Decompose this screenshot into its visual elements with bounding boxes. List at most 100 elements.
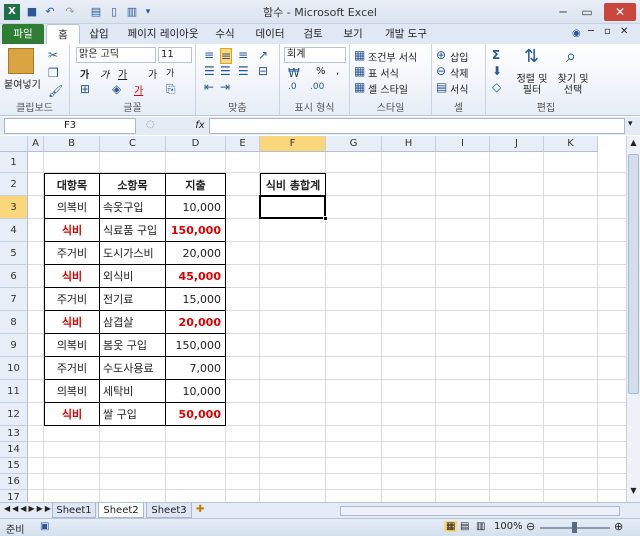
- row-header-6[interactable]: 6: [0, 265, 28, 288]
- row-header-11[interactable]: 11: [0, 380, 28, 403]
- category-cell[interactable]: 주거비: [44, 357, 100, 380]
- doc-minimize-button[interactable]: ─: [588, 26, 594, 37]
- amount-cell[interactable]: 10,000: [166, 380, 226, 403]
- underline-button[interactable]: 가: [118, 66, 127, 81]
- sheet-tab-2[interactable]: Sheet2: [98, 503, 144, 518]
- column-header-c[interactable]: C: [100, 136, 166, 152]
- item-cell[interactable]: 식료품 구입: [100, 219, 166, 242]
- tab-formulas[interactable]: 수식: [210, 24, 240, 44]
- column-header-k[interactable]: K: [544, 136, 598, 152]
- align-middle-icon[interactable]: ≡: [220, 48, 233, 64]
- number-format-combo[interactable]: 회계: [284, 47, 346, 63]
- tab-review[interactable]: 검토: [298, 24, 328, 44]
- cell-style-button[interactable]: 셀 스타일: [368, 81, 408, 96]
- column-header-f[interactable]: F: [260, 136, 326, 152]
- amount-cell[interactable]: 20,000: [166, 242, 226, 265]
- summary-header-cell[interactable]: 식비 총합계: [260, 173, 326, 196]
- delete-cells-icon[interactable]: ⊖: [436, 64, 446, 78]
- cut-icon[interactable]: ✂: [48, 48, 58, 62]
- amount-cell[interactable]: 150,000: [166, 334, 226, 357]
- bold-button[interactable]: 가: [80, 66, 89, 81]
- scroll-up-icon[interactable]: ▲: [628, 138, 639, 150]
- minimize-button[interactable]: ─: [552, 3, 574, 21]
- column-header-g[interactable]: G: [326, 136, 382, 152]
- conditional-format-icon[interactable]: ▦: [354, 48, 365, 62]
- tab-view[interactable]: 보기: [338, 24, 368, 44]
- tab-home[interactable]: 홈: [46, 24, 80, 44]
- format-cells-button[interactable]: 서식: [450, 81, 468, 96]
- row-header-13[interactable]: 13: [0, 426, 28, 442]
- macro-record-icon[interactable]: ▣: [40, 521, 49, 532]
- item-cell[interactable]: 속옷구입: [100, 196, 166, 219]
- column-header-b[interactable]: B: [44, 136, 100, 152]
- row-header-3[interactable]: 3: [0, 196, 28, 219]
- sheet-tab-3[interactable]: Sheet3: [146, 503, 192, 518]
- paste-icon[interactable]: [8, 48, 34, 74]
- fill-color-icon[interactable]: ◈: [112, 82, 121, 96]
- clear-icon[interactable]: ◇: [492, 80, 501, 94]
- tab-data[interactable]: 데이터: [250, 24, 290, 44]
- amount-cell[interactable]: 7,000: [166, 357, 226, 380]
- find-select-button[interactable]: 찾기 및 선택: [552, 74, 594, 96]
- insert-function-icon[interactable]: fx: [192, 118, 208, 134]
- item-cell[interactable]: 도시가스비: [100, 242, 166, 265]
- delete-cells-button[interactable]: 삭제: [450, 65, 468, 80]
- column-header-a[interactable]: A: [28, 136, 44, 152]
- font-color-button[interactable]: 가: [134, 82, 143, 97]
- formula-input[interactable]: [209, 118, 625, 134]
- italic-button[interactable]: 가: [100, 66, 109, 81]
- table-header-cell[interactable]: 대항목: [44, 173, 100, 196]
- increase-indent-icon[interactable]: ⇥: [220, 80, 230, 94]
- merge-center-icon[interactable]: ⊟: [258, 64, 268, 78]
- item-cell[interactable]: 쌀 구입: [100, 403, 166, 426]
- item-cell[interactable]: 전기료: [100, 288, 166, 311]
- percent-button[interactable]: %: [316, 66, 326, 77]
- vertical-scrollbar[interactable]: ▲ ▼: [626, 136, 640, 502]
- align-left-icon[interactable]: ☰: [204, 64, 215, 78]
- row-header-15[interactable]: 15: [0, 458, 28, 474]
- category-cell[interactable]: 식비: [44, 403, 100, 426]
- category-cell[interactable]: 식비: [44, 265, 100, 288]
- column-header-d[interactable]: D: [166, 136, 226, 152]
- tab-page-layout[interactable]: 페이지 레이아웃: [122, 24, 204, 44]
- font-size-combo[interactable]: 11: [158, 47, 192, 63]
- zoom-slider-thumb[interactable]: [572, 522, 577, 533]
- row-header-16[interactable]: 16: [0, 474, 28, 490]
- sheet-tab-1[interactable]: Sheet1: [52, 503, 96, 518]
- select-all-corner[interactable]: [0, 136, 28, 152]
- fill-handle[interactable]: [323, 216, 328, 221]
- conditional-format-button[interactable]: 조건부 서식: [368, 49, 417, 64]
- horizontal-scrollbar[interactable]: [340, 506, 620, 516]
- help-icon[interactable]: ◉: [572, 28, 581, 39]
- accounting-icon[interactable]: ₩: [288, 66, 300, 80]
- column-header-i[interactable]: I: [436, 136, 490, 152]
- decrease-decimal-icon[interactable]: .00: [310, 82, 324, 92]
- zoom-level[interactable]: 100%: [494, 521, 523, 532]
- cell-style-icon[interactable]: ▦: [354, 80, 365, 94]
- font-name-combo[interactable]: 맑은 고딕: [76, 47, 156, 63]
- zoom-out-button[interactable]: ⊖: [526, 520, 535, 533]
- row-header-17[interactable]: 17: [0, 490, 28, 502]
- amount-cell[interactable]: 10,000: [166, 196, 226, 219]
- shrink-font-button[interactable]: 가: [166, 66, 174, 79]
- sort-filter-button[interactable]: 정렬 및 필터: [514, 74, 550, 96]
- table-format-icon[interactable]: ▦: [354, 64, 365, 78]
- row-header-12[interactable]: 12: [0, 403, 28, 426]
- page-break-view-icon[interactable]: ▥: [476, 521, 485, 532]
- amount-cell[interactable]: 15,000: [166, 288, 226, 311]
- amount-cell[interactable]: 50,000: [166, 403, 226, 426]
- paste-button[interactable]: 붙여넣기: [4, 76, 41, 91]
- close-button[interactable]: ✕: [604, 3, 636, 21]
- row-header-10[interactable]: 10: [0, 357, 28, 380]
- row-header-14[interactable]: 14: [0, 442, 28, 458]
- format-cells-icon[interactable]: ▤: [436, 80, 447, 94]
- sort-filter-icon[interactable]: ⇅: [524, 46, 539, 67]
- align-right-icon[interactable]: ☰: [238, 64, 249, 78]
- tab-developer[interactable]: 개발 도구: [378, 24, 434, 44]
- formula-cancel-icon[interactable]: ◌: [146, 119, 155, 130]
- amount-cell[interactable]: 45,000: [166, 265, 226, 288]
- item-cell[interactable]: 삼겹살: [100, 311, 166, 334]
- name-box[interactable]: F3: [4, 118, 136, 134]
- grow-font-button[interactable]: 가: [148, 66, 157, 81]
- worksheet-grid[interactable]: ABCDEFGHIJK123456789101112131415161718대항…: [0, 136, 626, 502]
